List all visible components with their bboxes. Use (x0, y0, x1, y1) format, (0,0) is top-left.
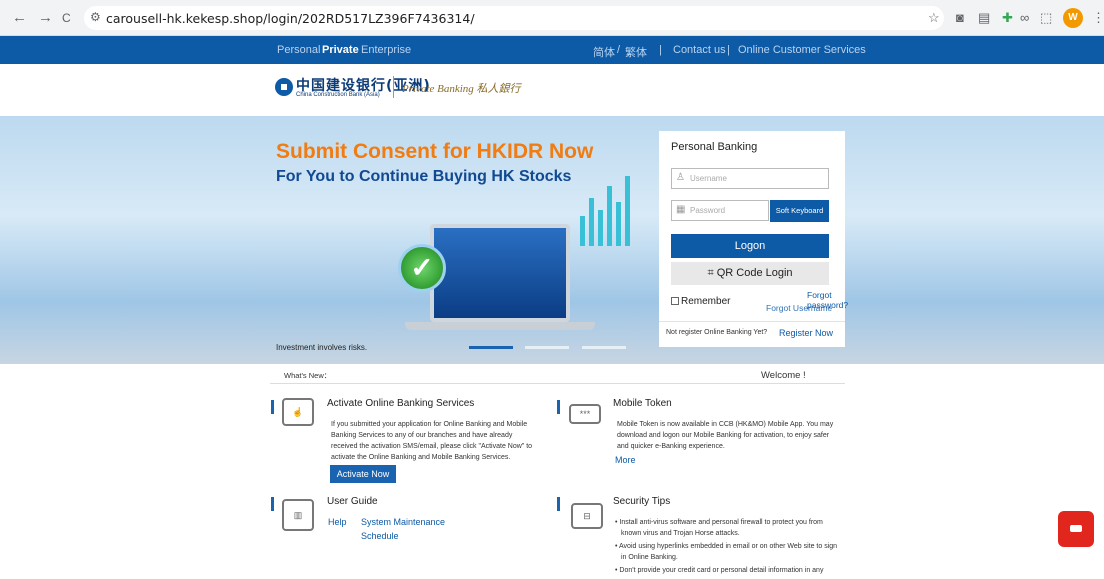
lang-traditional[interactable]: 繁体 (625, 44, 647, 60)
menu-dots-icon[interactable]: ⋮ (1092, 10, 1104, 26)
book-icon: ▥ (282, 499, 314, 531)
nav-online-service[interactable]: Online Customer Services (738, 44, 866, 56)
checkmark-icon: ✓ (398, 244, 446, 292)
security-title: Security Tips (613, 496, 671, 507)
maintenance-schedule-link[interactable]: Schedule (361, 531, 399, 541)
token-title: Mobile Token (613, 398, 672, 409)
camera-extension-icon[interactable]: ◙ (956, 10, 964, 25)
forward-button[interactable]: → (38, 9, 53, 26)
token-more-link[interactable]: More (615, 455, 636, 465)
section-accent-bar (557, 400, 560, 414)
activate-text-line: If you submitted your application for On… (331, 421, 528, 428)
login-title: Personal Banking (671, 141, 758, 153)
chat-support-button[interactable] (1058, 511, 1094, 547)
promo-banner[interactable]: Submit Consent for HKIDR Now For You to … (0, 116, 1104, 364)
welcome-text: Welcome ! (761, 370, 806, 381)
nav-personal[interactable]: Personal (277, 44, 320, 56)
username-placeholder: Username (690, 174, 727, 183)
register-now-link[interactable]: Register Now (779, 328, 833, 338)
banner-subheadline: For You to Continue Buying HK Stocks (276, 168, 572, 185)
guide-title: User Guide (327, 496, 378, 507)
token-password-icon: *** (569, 404, 601, 424)
activate-text-line: received the activation SMS/email, pleas… (331, 443, 533, 450)
laptop-base-illustration (405, 322, 595, 330)
security-tip: • Avoid using hyperlinks embedded in ema… (615, 543, 838, 550)
token-text-line: Mobile Token is now available in CCB (HK… (617, 421, 834, 428)
maintenance-link[interactable]: System Maintenance (361, 517, 445, 527)
activate-title: Activate Online Banking Services (327, 398, 475, 409)
bookmark-star-icon[interactable]: ☆ (928, 10, 940, 26)
qr-scan-icon: ⌗ (707, 267, 717, 279)
whats-new-bar: What's New： Welcome ! (270, 366, 845, 384)
logo-divider (393, 76, 394, 98)
activate-text-line: Banking Services to any of our branches … (331, 432, 513, 439)
activate-now-button[interactable]: Activate Now (330, 465, 396, 483)
password-field[interactable]: ▦ Password (671, 200, 769, 221)
not-registered-text: Not register Online Banking Yet? (666, 329, 768, 336)
reader-extension-icon[interactable]: ▤ (978, 10, 990, 26)
security-tip: in Online Banking. (621, 554, 678, 561)
glasses-extension-icon[interactable]: ∞ (1020, 10, 1029, 25)
whats-new-label: What's New： (284, 371, 332, 380)
remember-checkbox[interactable]: Remember (671, 296, 730, 307)
token-text-line: download and logon our Mobile Banking fo… (617, 432, 830, 439)
qr-login-button[interactable]: ⌗ QR Code Login (671, 262, 829, 285)
forgot-username-link[interactable]: Forgot Username (766, 303, 832, 313)
logon-button[interactable]: Logon (671, 234, 829, 258)
logo-bar: 中国建设银行(亚洲) China Construction Bank (Asia… (0, 64, 1104, 116)
carousel-dot-3[interactable] (582, 346, 626, 349)
section-accent-bar (271, 497, 274, 511)
nav-contact-us[interactable]: Contact us (673, 44, 726, 56)
nav-private[interactable]: Private (322, 44, 359, 56)
plus-extension-icon[interactable]: ✚ (1002, 10, 1013, 26)
laptop-illustration (430, 224, 570, 322)
security-tip: • Don't provide your credit card or pers… (615, 567, 824, 574)
puzzle-extensions-icon[interactable]: ⬚ (1040, 10, 1052, 26)
qr-login-label: QR Code Login (716, 267, 793, 279)
url-text: carousell-hk.kekesp.shop/login/202RD517L… (106, 11, 475, 26)
profile-avatar[interactable]: W (1063, 8, 1083, 28)
browser-toolbar: ← → C ⚙ carousell-hk.kekesp.shop/login/2… (0, 0, 1104, 36)
checkbox-icon[interactable] (671, 297, 679, 305)
help-link[interactable]: Help (328, 517, 347, 527)
security-tip: • Install anti-virus software and person… (615, 519, 823, 526)
nav-separator: | (727, 44, 730, 56)
keyboard-icon: ▦ (676, 204, 686, 215)
username-field[interactable]: ♙ Username (671, 168, 829, 189)
site-info-icon[interactable]: ⚙ (90, 10, 101, 24)
address-bar[interactable]: ⚙ carousell-hk.kekesp.shop/login/202RD51… (84, 6, 944, 30)
ccb-logo-icon[interactable] (275, 78, 293, 96)
carousel-dot-1[interactable] (469, 346, 513, 349)
nav-enterprise[interactable]: Enterprise (361, 44, 411, 56)
user-icon: ♙ (676, 172, 685, 183)
banner-headline: Submit Consent for HKIDR Now (276, 140, 594, 163)
security-tip: known virus and Trojan Horse attacks. (621, 530, 740, 537)
bank-name-en: China Construction Bank (Asia) (296, 92, 380, 98)
section-accent-bar (271, 400, 274, 414)
touch-hand-icon: ☝ (282, 398, 314, 426)
password-placeholder: Password (690, 206, 726, 215)
remember-label: Remember (681, 296, 731, 307)
section-accent-bar (557, 497, 560, 511)
risk-disclaimer: Investment involves risks. (276, 343, 368, 352)
soft-keyboard-button[interactable]: Soft Keyboard (770, 200, 829, 222)
reload-button[interactable]: C (62, 11, 71, 25)
top-nav-bar: Personal Private Enterprise 简体 / 繁体 | Co… (0, 36, 1104, 64)
login-divider (659, 321, 845, 322)
security-lock-icon: ⊟ (571, 503, 603, 529)
back-button[interactable]: ← (12, 9, 27, 26)
private-banking-logo: Private Banking 私人銀行 (402, 83, 521, 95)
lang-simplified[interactable]: 简体 (593, 44, 615, 60)
nav-separator: | (659, 44, 662, 56)
carousel-dot-2[interactable] (525, 346, 569, 349)
token-text-line: and quicker e-Banking experience. (617, 443, 725, 450)
lang-slash: / (617, 44, 621, 56)
activate-text-line: activate the Online Banking and Mobile B… (331, 454, 511, 461)
